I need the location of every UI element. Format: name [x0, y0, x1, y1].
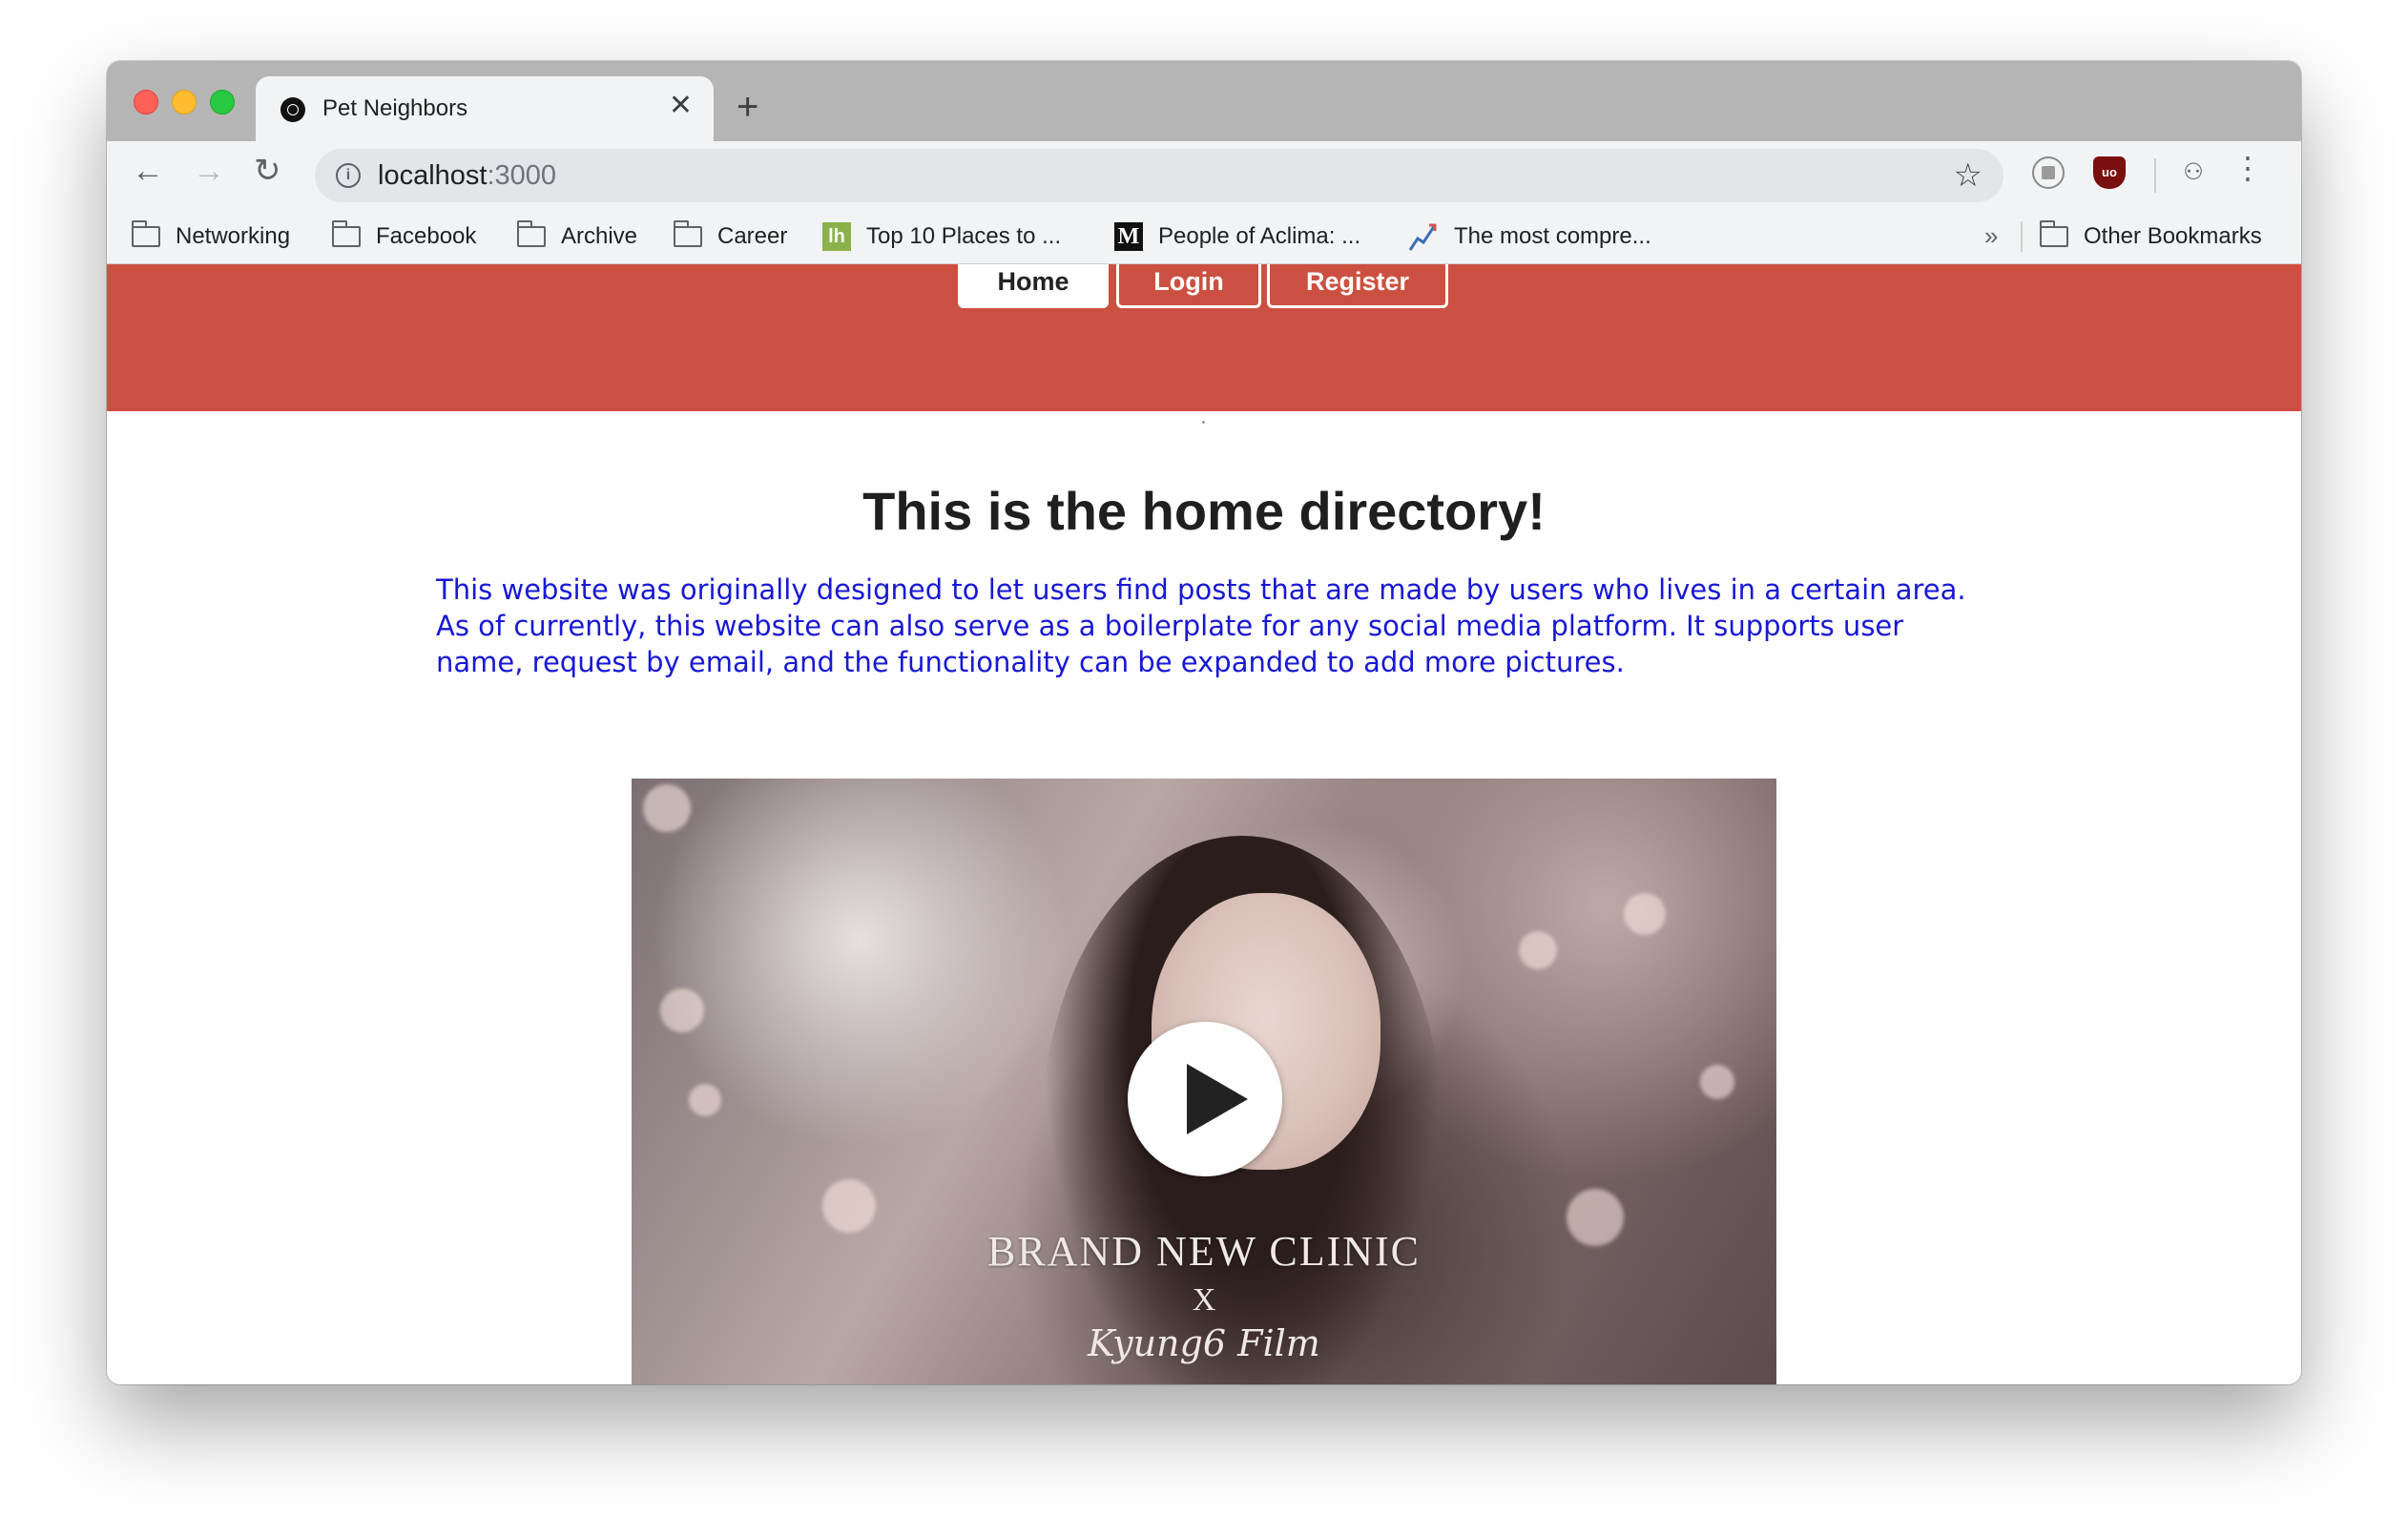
bookmark-most-comprehensive[interactable]: The most compre...: [1408, 219, 1651, 254]
browser-window: Pet Neighbors ✕ + ← → ↻ i localhost:3000…: [107, 61, 2301, 1384]
video-caption-signature: Kyung6 Film: [1088, 1322, 1320, 1364]
folder-icon: [674, 220, 702, 247]
bookmarks-bar: Networking Facebook Archive Career lh To…: [107, 210, 2301, 264]
bokeh-light: [1700, 1065, 1734, 1099]
browser-toolbar: ← → ↻ i localhost:3000 ☆ uo ⚇ ⋮: [107, 141, 2301, 210]
tab-pet-neighbors[interactable]: Pet Neighbors ✕: [256, 76, 714, 141]
bookmark-label: Networking: [176, 223, 291, 249]
address-bar[interactable]: i localhost:3000 ☆: [315, 149, 2003, 202]
play-icon[interactable]: [1128, 1022, 1282, 1176]
bookmark-label: People of Aclima: ...: [1158, 223, 1361, 249]
folder-icon: [517, 220, 546, 247]
bokeh-light: [1519, 931, 1557, 969]
tab-title: Pet Neighbors: [322, 95, 468, 121]
video-caption-x: X: [1192, 1282, 1216, 1318]
web-page: Home Login Register This is the home dir…: [107, 264, 2301, 1384]
minimize-window-button[interactable]: [172, 90, 197, 114]
bookmark-top-10-places[interactable]: lh Top 10 Places to ...: [822, 219, 1061, 254]
site-info-icon[interactable]: i: [336, 163, 361, 188]
bookmark-label: Archive: [561, 223, 638, 249]
folder-icon: [132, 220, 160, 247]
dribbble-ball-icon: [280, 97, 305, 122]
page-title: This is the home directory!: [862, 481, 1546, 541]
forward-arrow-icon[interactable]: →: [193, 155, 225, 187]
video-player[interactable]: BRAND NEW CLINIC X Kyung6 Film: [632, 779, 1776, 1384]
lh-favicon-icon: lh: [822, 222, 851, 251]
chart-favicon-icon: [1408, 223, 1437, 251]
close-tab-icon[interactable]: ✕: [669, 92, 693, 120]
maximize-window-button[interactable]: [210, 90, 235, 114]
intro-paragraph: This website was originally designed to …: [436, 573, 1966, 678]
bookmarks-divider: [2021, 221, 2023, 252]
url-text[interactable]: localhost:3000: [378, 160, 556, 192]
back-arrow-icon[interactable]: ←: [132, 155, 164, 187]
new-tab-button[interactable]: +: [737, 88, 758, 126]
more-bookmarks-chevron-icon[interactable]: »: [1984, 221, 1998, 251]
nav-login-button[interactable]: Login: [1116, 264, 1261, 308]
url-port: :3000: [487, 160, 557, 191]
toolbar-divider: [2154, 158, 2156, 193]
bookmark-star-icon[interactable]: ☆: [1954, 156, 1982, 195]
nav-home-button[interactable]: Home: [958, 264, 1109, 308]
bookmark-career[interactable]: Career: [674, 219, 787, 254]
video-caption-title: BRAND NEW CLINIC: [986, 1228, 1422, 1275]
stray-dot: [1202, 421, 1205, 424]
close-window-button[interactable]: [134, 90, 158, 114]
bookmark-label: The most compre...: [1454, 223, 1651, 249]
ublock-shield-icon[interactable]: uo: [2093, 156, 2126, 189]
bookmark-archive[interactable]: Archive: [517, 219, 637, 254]
bookmark-other-bookmarks[interactable]: Other Bookmarks: [2040, 219, 2262, 254]
folder-icon: [2040, 220, 2068, 247]
bookmark-networking[interactable]: Networking: [132, 219, 290, 254]
bokeh-light: [822, 1179, 876, 1233]
incognito-icon[interactable]: ⚇: [2177, 156, 2210, 189]
tab-bar: Pet Neighbors ✕ +: [107, 61, 2301, 141]
folder-icon: [332, 220, 361, 247]
url-host: localhost: [378, 160, 488, 191]
extension-icon[interactable]: [2032, 156, 2065, 189]
nav-register-button[interactable]: Register: [1267, 264, 1448, 308]
bokeh-light: [660, 988, 704, 1032]
bookmark-label: Top 10 Places to ...: [866, 223, 1062, 249]
browser-menu-icon[interactable]: ⋮: [2232, 153, 2263, 183]
medium-favicon-icon: M: [1114, 222, 1143, 251]
reload-icon[interactable]: ↻: [254, 155, 281, 187]
bookmark-label: Career: [717, 223, 788, 249]
bokeh-light: [643, 784, 691, 832]
bookmark-label: Other Bookmarks: [2084, 223, 2262, 249]
bokeh-light: [689, 1084, 721, 1116]
bookmark-label: Facebook: [376, 223, 477, 249]
bokeh-light: [1624, 893, 1666, 935]
bookmark-facebook[interactable]: Facebook: [332, 219, 476, 254]
bookmark-people-of-aclima[interactable]: M People of Aclima: ...: [1114, 219, 1360, 254]
